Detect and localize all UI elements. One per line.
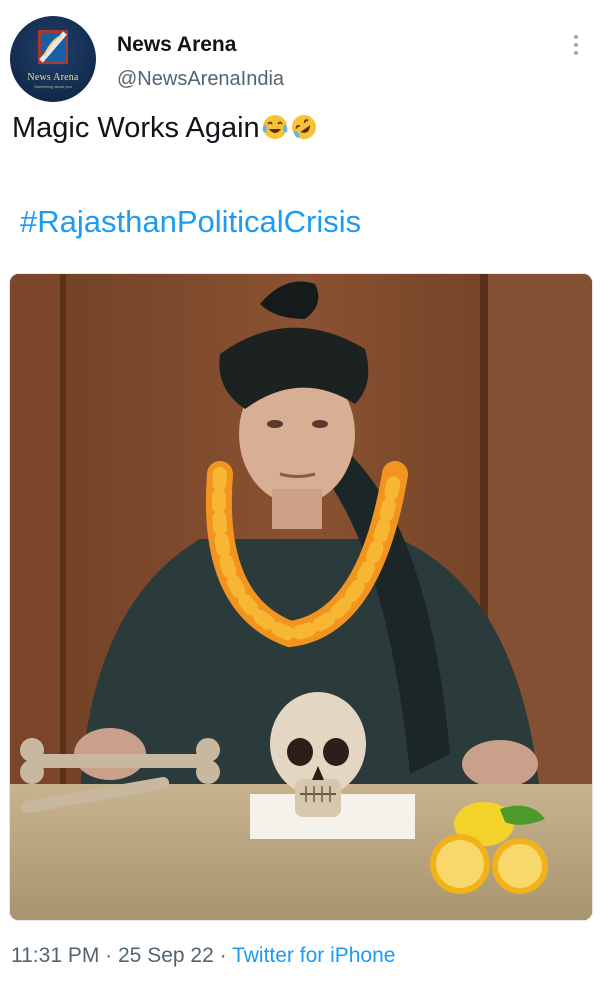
hashtag-link[interactable]: #RajasthanPoliticalCrisis: [20, 204, 361, 240]
tweet-date[interactable]: 25 Sep 22: [118, 944, 214, 967]
tweet-time[interactable]: 11:31 PM: [11, 944, 99, 967]
news-arena-logo-icon: [38, 30, 68, 64]
tweet-media-image[interactable]: [9, 273, 593, 921]
author-display-name[interactable]: News Arena: [117, 33, 236, 57]
author-handle[interactable]: @NewsArenaIndia: [117, 68, 284, 91]
avatar-logo-subtext: Something about you: [34, 84, 72, 89]
meme-illustration: [10, 274, 592, 920]
tweet-metadata: 11:31 PM · 25 Sep 22 · Twitter for iPhon…: [11, 944, 395, 968]
meta-separator: ·: [213, 944, 233, 967]
tweet-source-link[interactable]: Twitter for iPhone: [232, 944, 395, 967]
tweet-body: Magic Works Again: [12, 112, 260, 144]
meta-separator: ·: [99, 944, 118, 967]
avatar[interactable]: News Arena Something about you: [10, 16, 96, 102]
more-options-icon[interactable]: [566, 30, 586, 60]
rolling-on-floor-laughing-icon: [291, 115, 316, 139]
face-with-tears-of-joy-icon: [262, 115, 287, 139]
tweet-text: Magic Works Again: [12, 112, 318, 145]
avatar-logo-text: News Arena: [27, 72, 79, 83]
